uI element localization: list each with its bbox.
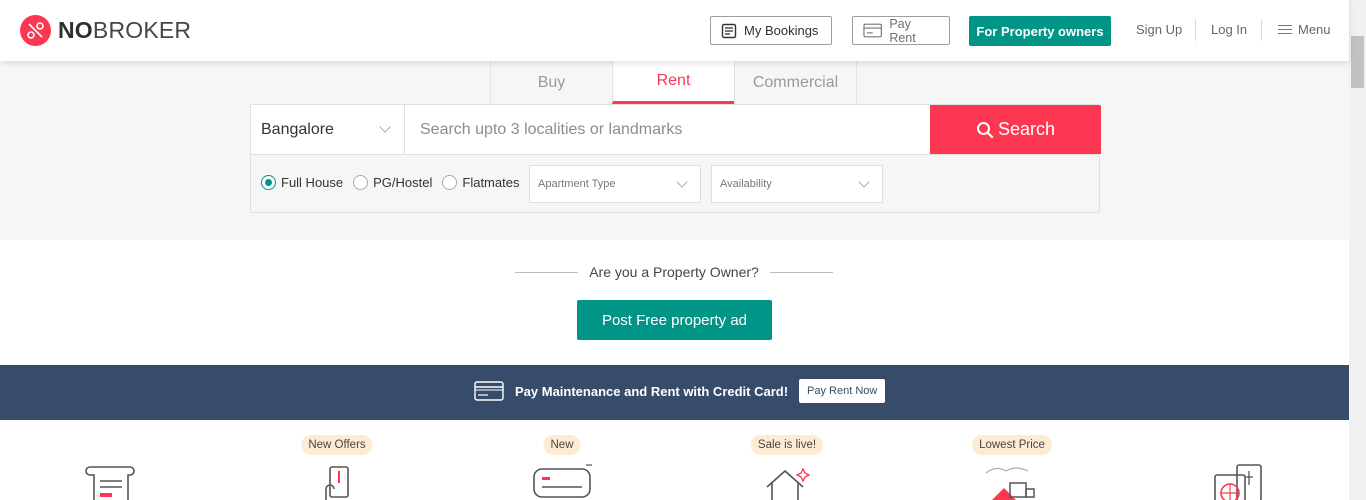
packers-movers-icon — [985, 467, 1035, 500]
logo-wordmark: NOBROKER — [58, 17, 192, 43]
bookings-icon — [721, 23, 737, 38]
locality-search-input[interactable] — [405, 105, 930, 154]
radio-label: PG/Hostel — [373, 175, 433, 190]
radio-full-house[interactable]: Full House — [261, 175, 343, 190]
home-cleaning-icon — [766, 467, 811, 500]
nav-divider — [1195, 19, 1196, 41]
service-air-conditioner[interactable]: New — [492, 435, 632, 500]
top-header: NOBROKER My Bookings Pay Rent For Proper… — [0, 0, 1349, 61]
chevron-down-icon — [379, 121, 391, 133]
owner-question: Are you a Property Owner? — [589, 264, 759, 280]
service-pay-with-card[interactable]: New Offers — [267, 435, 407, 500]
service-nri[interactable] — [1167, 435, 1307, 500]
pay-with-card-icon — [325, 466, 349, 500]
city-select[interactable]: Bangalore — [251, 105, 405, 154]
lowest-price-badge: Lowest Price — [972, 435, 1052, 455]
credit-card-banner: Pay Maintenance and Rent with Credit Car… — [0, 365, 1349, 420]
logo-icon — [20, 15, 51, 46]
tab-rent[interactable]: Rent — [612, 61, 735, 104]
city-value: Bangalore — [261, 120, 334, 138]
for-property-owners-button[interactable]: For Property owners — [969, 16, 1111, 46]
rental-agreement-icon — [85, 466, 135, 500]
sale-badge: Sale is live! — [750, 435, 824, 455]
banner-text: Pay Maintenance and Rent with Credit Car… — [515, 383, 789, 399]
air-conditioner-icon — [533, 464, 592, 498]
owner-prompt: Are you a Property Owner? — [515, 264, 834, 280]
divider — [251, 154, 1099, 155]
radio-label: Flatmates — [462, 175, 520, 190]
my-bookings-label: My Bookings — [744, 23, 819, 38]
service-packers-movers[interactable]: Lowest Price — [942, 435, 1082, 500]
radio-pg-hostel[interactable]: PG/Hostel — [353, 175, 432, 190]
pay-rent-label: Pay Rent — [889, 16, 916, 45]
availability-select[interactable]: Availability — [711, 165, 883, 203]
search-box: Bangalore Search Full House PG/Hostel Fl… — [250, 104, 1101, 213]
apartment-type-placeholder: Apartment Type — [538, 178, 616, 190]
new-badge: New — [543, 435, 581, 455]
nobroker-logo[interactable]: NOBROKER — [20, 15, 191, 46]
radio-unselected-icon — [442, 175, 458, 190]
nri-services-icon — [1214, 464, 1262, 500]
menu-label: Menu — [1298, 22, 1331, 37]
apartment-type-select[interactable]: Apartment Type — [529, 165, 701, 203]
radio-label: Full House — [281, 175, 344, 190]
post-property-ad-button[interactable]: Post Free property ad — [577, 300, 772, 340]
pay-rent-now-button[interactable]: Pay Rent Now — [799, 379, 886, 403]
service-rental-agreement[interactable] — [40, 435, 180, 500]
card-icon — [863, 23, 882, 38]
radio-flatmates[interactable]: Flatmates — [442, 175, 519, 190]
my-bookings-button[interactable]: My Bookings — [710, 16, 832, 45]
radio-selected-icon — [261, 175, 276, 190]
service-home-cleaning[interactable]: Sale is live! — [717, 435, 857, 500]
menu-button[interactable]: Menu — [1278, 22, 1331, 37]
pay-rent-button[interactable]: Pay Rent — [852, 16, 950, 45]
divider — [515, 271, 579, 273]
scrollbar-thumb[interactable] — [1351, 36, 1364, 88]
search-button[interactable]: Search — [930, 105, 1101, 154]
divider — [769, 271, 834, 273]
property-type-radios: Full House PG/Hostel Flatmates — [261, 175, 529, 190]
offer-badge: New Offers — [301, 435, 373, 455]
tab-commercial[interactable]: Commercial — [734, 61, 857, 104]
page-scrollbar[interactable] — [1349, 0, 1366, 500]
hamburger-icon — [1278, 22, 1292, 37]
chevron-down-icon — [676, 176, 688, 188]
search-tabs: Buy Rent Commercial — [490, 61, 857, 104]
log-in-link[interactable]: Log In — [1211, 22, 1247, 37]
tab-buy[interactable]: Buy — [490, 61, 613, 104]
nav-divider — [1261, 19, 1262, 41]
chevron-down-icon — [858, 176, 870, 188]
search-button-label: Search — [997, 119, 1056, 139]
credit-card-icon — [474, 381, 504, 401]
radio-unselected-icon — [353, 175, 369, 190]
sign-up-link[interactable]: Sign Up — [1136, 22, 1182, 37]
search-icon — [976, 121, 994, 138]
availability-placeholder: Availability — [720, 178, 772, 190]
